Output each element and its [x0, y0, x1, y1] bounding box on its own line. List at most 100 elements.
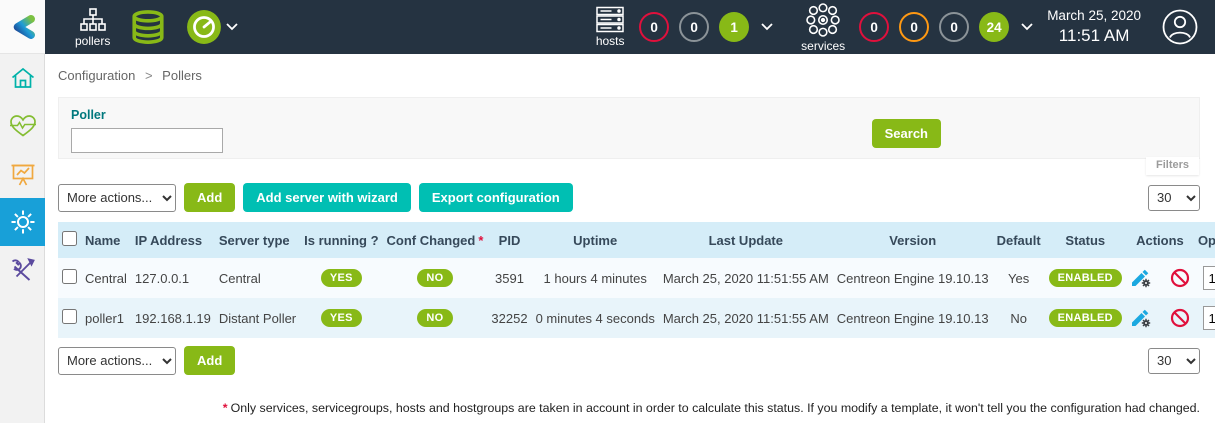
user-menu[interactable] — [1161, 8, 1199, 46]
add-button-bottom[interactable]: Add — [184, 346, 235, 375]
poller-uptime: 0 minutes 4 seconds — [536, 311, 655, 326]
filters-tab[interactable]: Filters — [1146, 157, 1199, 175]
services-pending-counter[interactable]: 0 — [939, 12, 969, 42]
toolbar-top: More actions... Add Add server with wiza… — [58, 183, 1200, 212]
poller-server-type: Distant Poller — [219, 311, 296, 326]
table-row: Central 127.0.0.1 Central YES NO 3591 1 … — [58, 258, 1215, 298]
chevron-down-icon — [761, 23, 773, 31]
poller-pid: 3591 — [495, 271, 524, 286]
conf-changed-badge: NO — [417, 309, 452, 327]
col-name[interactable]: Name — [81, 222, 131, 258]
sidebar-item-configuration[interactable] — [0, 198, 45, 246]
is-running-badge: YES — [321, 269, 362, 287]
add-button-top[interactable]: Add — [184, 183, 235, 212]
edit-poller-button[interactable] — [1130, 308, 1152, 328]
heartbeat-icon — [9, 114, 37, 138]
poller-name[interactable]: Central — [85, 271, 127, 286]
services-critical-counter[interactable]: 0 — [859, 12, 889, 42]
col-options[interactable]: Options — [1194, 222, 1215, 258]
add-server-wizard-button[interactable]: Add server with wizard — [243, 183, 411, 212]
poller-filter-input[interactable] — [71, 128, 223, 153]
hosts-menu[interactable]: hosts — [595, 6, 625, 48]
database-status[interactable] — [130, 10, 166, 44]
pollers-icon — [80, 7, 106, 33]
select-all-checkbox[interactable] — [62, 231, 77, 246]
options-input[interactable] — [1203, 306, 1215, 330]
poller-pid: 32252 — [491, 311, 527, 326]
top-header: pollers — [0, 0, 1215, 54]
poller-filter-label: Poller — [71, 108, 1187, 122]
table-header-row: Name IP Address Server type Is running ?… — [58, 222, 1215, 258]
current-time: 11:51 AM — [1047, 25, 1141, 46]
ban-icon — [1170, 308, 1190, 328]
hosts-up-counter[interactable]: 1 — [719, 12, 749, 42]
col-uptime[interactable]: Uptime — [532, 222, 659, 258]
pollers-menu[interactable]: pollers — [75, 7, 110, 48]
services-menu[interactable]: services — [801, 2, 845, 53]
home-icon — [10, 65, 36, 91]
reporting-board-icon — [10, 161, 36, 187]
export-configuration-button[interactable]: Export configuration — [419, 183, 573, 212]
main-content: Configuration > Pollers Poller Search Fi… — [45, 54, 1215, 423]
poller-server-type: Central — [219, 271, 261, 286]
filter-panel: Poller Search Filters — [58, 97, 1200, 159]
page-size-select-bottom[interactable]: 30 — [1148, 348, 1200, 374]
hosts-down-counter[interactable]: 0 — [639, 12, 669, 42]
centreon-logo-icon — [7, 11, 39, 43]
col-last-update[interactable]: Last Update — [659, 222, 833, 258]
breadcrumb-pollers[interactable]: Pollers — [162, 68, 202, 83]
breadcrumb-configuration[interactable]: Configuration — [58, 68, 135, 83]
col-version[interactable]: Version — [833, 222, 993, 258]
footnote: *Only services, servicegroups, hosts and… — [58, 401, 1200, 415]
disable-poller-button[interactable] — [1170, 308, 1190, 328]
poller-name[interactable]: poller1 — [85, 311, 124, 326]
services-ok-counter[interactable]: 24 — [979, 12, 1009, 42]
col-server-type[interactable]: Server type — [215, 222, 300, 258]
col-pid[interactable]: PID — [487, 222, 531, 258]
col-ip-address[interactable]: IP Address — [131, 222, 215, 258]
row-checkbox[interactable] — [62, 309, 77, 324]
row-checkbox[interactable] — [62, 269, 77, 284]
conf-changed-badge: NO — [417, 269, 452, 287]
poller-default: No — [1010, 311, 1027, 326]
gauge-status[interactable] — [186, 9, 222, 45]
hosts-chevron[interactable] — [761, 23, 773, 31]
edit-poller-button[interactable] — [1130, 268, 1152, 288]
col-default[interactable]: Default — [993, 222, 1045, 258]
sidebar-item-monitoring[interactable] — [0, 102, 45, 150]
hosts-pending-counter[interactable]: 0 — [679, 12, 709, 42]
sidebar-item-administration[interactable] — [0, 246, 45, 294]
chevron-down-icon — [226, 23, 238, 31]
sidebar — [0, 54, 45, 423]
required-asterisk: * — [478, 233, 483, 248]
search-button[interactable]: Search — [872, 119, 941, 148]
user-icon — [1161, 8, 1199, 46]
options-input[interactable] — [1203, 266, 1215, 290]
breadcrumb-separator: > — [145, 68, 153, 83]
toolbar-bottom: More actions... Add 30 — [58, 346, 1200, 375]
more-actions-select-top[interactable]: More actions... — [58, 184, 176, 212]
hosts-icon — [595, 6, 625, 33]
breadcrumb: Configuration > Pollers — [45, 54, 1215, 93]
services-warning-counter[interactable]: 0 — [899, 12, 929, 42]
poller-version: Centreon Engine 19.10.13 — [837, 271, 989, 286]
col-is-running[interactable]: Is running ? — [300, 222, 382, 258]
col-actions[interactable]: Actions — [1126, 222, 1194, 258]
edit-pencil-gear-icon — [1130, 308, 1152, 328]
services-chevron[interactable] — [1021, 23, 1033, 31]
disable-poller-button[interactable] — [1170, 268, 1190, 288]
current-date: March 25, 2020 — [1047, 8, 1141, 25]
sidebar-item-reporting[interactable] — [0, 150, 45, 198]
more-actions-select-bottom[interactable]: More actions... — [58, 347, 176, 375]
status-badge: ENABLED — [1049, 269, 1122, 287]
footnote-text: Only services, servicegroups, hosts and … — [231, 401, 1200, 415]
tools-icon — [10, 257, 36, 283]
centreon-logo[interactable] — [0, 0, 45, 54]
page-size-select-top[interactable]: 30 — [1148, 185, 1200, 211]
col-conf-changed[interactable]: Conf Changed* — [383, 222, 488, 258]
sidebar-item-home[interactable] — [0, 54, 45, 102]
pollers-label: pollers — [75, 34, 110, 48]
col-status[interactable]: Status — [1045, 222, 1126, 258]
poller-status-chevron[interactable] — [226, 23, 238, 31]
is-running-badge: YES — [321, 309, 362, 327]
